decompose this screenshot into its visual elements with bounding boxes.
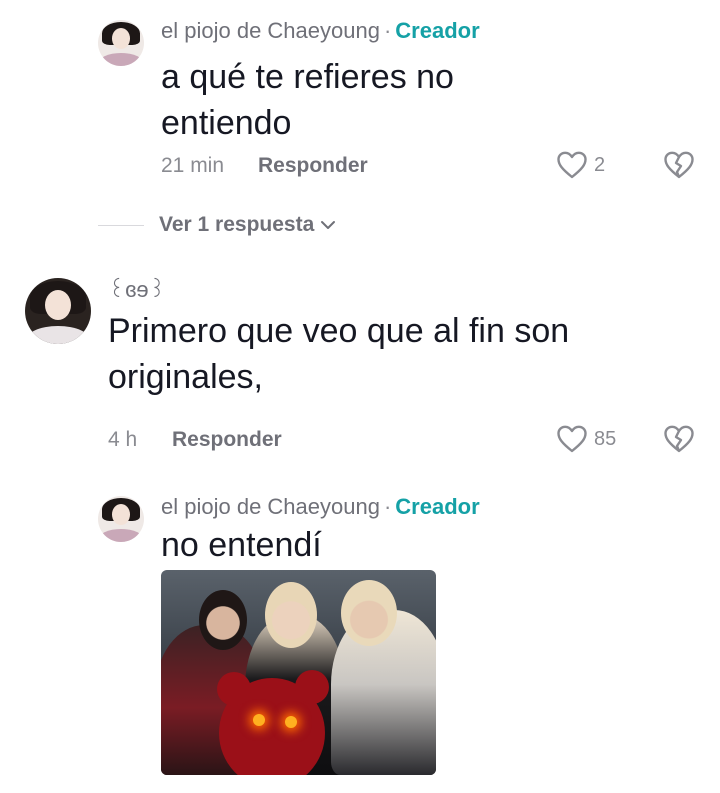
username[interactable]: ꒰ɞɘ꒱ <box>108 274 166 303</box>
broken-heart-icon <box>664 151 694 179</box>
comment-text-line: a qué te refieres no <box>161 58 454 96</box>
separator: · <box>383 494 392 519</box>
like-button[interactable]: 85 <box>556 424 616 454</box>
comment-text-line: entiendo <box>161 104 292 142</box>
avatar-face <box>111 504 131 526</box>
avatar[interactable] <box>98 20 144 66</box>
heart-outline-icon <box>557 425 587 453</box>
comment-text-line: Primero que veo que al fin son <box>108 312 570 350</box>
username[interactable]: el piojo de Chaeyoung <box>161 494 380 519</box>
chevron-down-icon <box>321 221 336 229</box>
heart-outline-icon <box>557 151 587 179</box>
head-left <box>199 590 247 650</box>
replies-divider <box>98 225 144 226</box>
comment-time: 4 h <box>108 428 138 451</box>
comment-text: Primero que veo que al fin son originale… <box>108 308 569 400</box>
avatar-shoulder <box>98 529 144 542</box>
comment-text-line: no entendí <box>161 526 322 564</box>
view-replies-button[interactable]: Ver 1 respuesta <box>159 213 336 237</box>
red-bear-ear-right <box>295 670 329 704</box>
view-replies-label: Ver 1 respuesta <box>159 213 315 236</box>
avatar-shoulder <box>98 53 144 66</box>
creator-badge: Creador <box>395 494 480 519</box>
red-bear-ear-left <box>217 672 251 706</box>
reply-button[interactable]: Responder <box>172 428 282 452</box>
comment-text: no entendí <box>161 522 322 568</box>
comment-time: 21 min <box>161 154 225 177</box>
username[interactable]: el piojo de Chaeyoung <box>161 18 380 43</box>
reply-button[interactable]: Responder <box>258 154 368 178</box>
creator-badge: Creador <box>395 18 480 43</box>
comment-header: el piojo de Chaeyoung · Creador <box>161 494 480 520</box>
red-bear-eye-left <box>253 714 265 726</box>
red-bear-eye-right <box>285 716 297 728</box>
comment-header: el piojo de Chaeyoung · Creador <box>161 18 480 44</box>
like-button[interactable]: 2 <box>556 150 605 180</box>
like-count: 2 <box>594 153 606 176</box>
avatar-shoulder <box>25 325 91 344</box>
like-count: 85 <box>594 427 617 450</box>
head-center <box>265 582 317 648</box>
avatar-face <box>44 289 72 321</box>
avatar[interactable] <box>98 496 144 542</box>
head-right <box>341 580 397 646</box>
dislike-button[interactable] <box>663 424 695 459</box>
separator: · <box>383 18 392 43</box>
dislike-button[interactable] <box>663 150 695 185</box>
avatar[interactable] <box>25 278 91 344</box>
attached-image[interactable] <box>161 570 436 775</box>
broken-heart-icon <box>664 425 694 453</box>
comment-text-line: originales, <box>108 358 263 396</box>
comment-text: a qué te refieres no entiendo <box>161 54 454 146</box>
avatar-face <box>111 28 131 50</box>
